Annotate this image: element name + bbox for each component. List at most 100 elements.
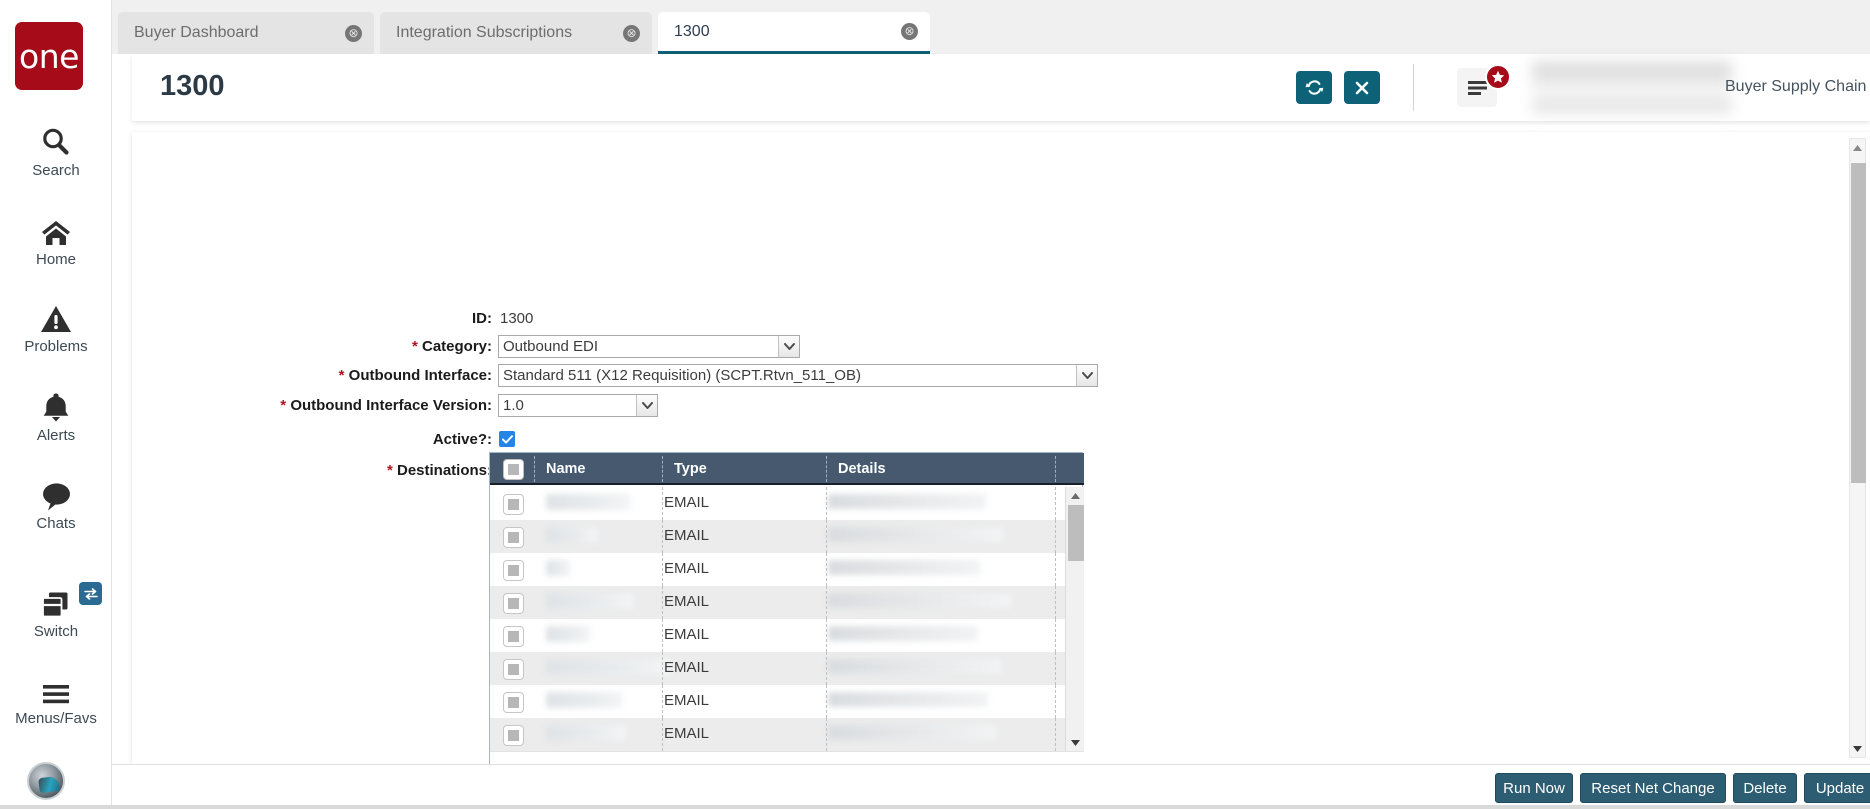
- page-scrollbar-thumb[interactable]: [1851, 163, 1866, 483]
- one-network-logo[interactable]: one: [15, 22, 83, 90]
- switch-arrows-icon: [83, 587, 98, 600]
- destination-type: EMAIL: [664, 527, 710, 544]
- row-checkbox[interactable]: [503, 626, 524, 647]
- required-marker: *: [386, 462, 393, 479]
- warning-triangle-icon: [36, 296, 76, 334]
- outbound-interface-select[interactable]: Standard 511 (X12 Requisition) (SCPT.Rtv…: [498, 364, 1098, 387]
- destination-type: EMAIL: [664, 626, 710, 643]
- outbound-interface-version-select-value: 1.0: [503, 397, 524, 414]
- destination-name-redacted: [546, 527, 598, 543]
- destination-details-redacted: [828, 659, 1002, 674]
- destination-details-redacted: [828, 593, 1011, 608]
- required-marker: *: [280, 397, 287, 414]
- destinations-grid: Name Type Details EMAIL EMAIL EMAIL EMAI…: [489, 452, 1084, 764]
- destination-details-redacted: [828, 494, 986, 509]
- destination-type: EMAIL: [664, 692, 710, 709]
- rail-label-menus-favs: Menus/Favs: [15, 710, 97, 727]
- field-label-active: Active?:: [432, 431, 492, 448]
- subscription-detail-form: ID: 1300 * Category: Outbound EDI * Outb…: [132, 132, 1870, 764]
- rail-item-menus-favs[interactable]: Menus/Favs: [0, 668, 112, 727]
- rail-item-chats[interactable]: Chats: [0, 473, 112, 532]
- delete-button[interactable]: Delete: [1733, 773, 1797, 803]
- logo-text: one: [19, 36, 79, 76]
- row-checkbox[interactable]: [503, 725, 524, 746]
- update-button[interactable]: Update: [1804, 773, 1870, 803]
- destination-details-redacted: [828, 725, 996, 740]
- table-row[interactable]: EMAIL: [490, 553, 1065, 586]
- tab-1300[interactable]: 1300 ⊗: [658, 12, 930, 54]
- category-select[interactable]: Outbound EDI: [498, 335, 800, 358]
- refresh-icon: [1305, 80, 1323, 95]
- table-row[interactable]: EMAIL: [490, 586, 1065, 619]
- row-checkbox[interactable]: [503, 560, 524, 581]
- tab-integration-subscriptions[interactable]: Integration Subscriptions ⊗: [380, 12, 652, 54]
- table-row[interactable]: EMAIL: [490, 685, 1065, 718]
- reset-net-change-button[interactable]: Reset Net Change: [1580, 773, 1726, 803]
- required-marker: *: [338, 367, 345, 384]
- outbound-interface-select-value: Standard 511 (X12 Requisition) (SCPT.Rtv…: [503, 367, 861, 384]
- rail-item-alerts[interactable]: Alerts: [0, 385, 112, 444]
- column-divider: [534, 456, 535, 482]
- page-scroll-up-arrow-icon[interactable]: [1850, 139, 1865, 156]
- chevron-down-icon: [636, 395, 657, 416]
- rail-item-home[interactable]: Home: [0, 209, 112, 268]
- header-divider: [1413, 64, 1414, 111]
- row-checkbox[interactable]: [503, 692, 524, 713]
- page-scrollbar[interactable]: [1849, 138, 1866, 758]
- active-checkbox[interactable]: [499, 431, 515, 447]
- scroll-up-arrow-icon[interactable]: [1066, 487, 1085, 504]
- destination-name-redacted: [546, 593, 634, 609]
- scrollbar-thumb[interactable]: [1068, 505, 1084, 561]
- switch-toggle-badge[interactable]: [79, 582, 102, 605]
- column-divider: [826, 456, 827, 482]
- column-header-details[interactable]: Details: [829, 453, 1055, 485]
- tab-buyer-dashboard[interactable]: Buyer Dashboard ⊗: [118, 12, 374, 54]
- chat-bubble-icon: [36, 473, 76, 511]
- destination-name-redacted: [546, 692, 622, 708]
- rail-label-problems: Problems: [24, 338, 88, 355]
- scroll-down-arrow-icon[interactable]: [1066, 734, 1085, 751]
- table-row[interactable]: EMAIL: [490, 520, 1065, 553]
- tab-close-icon[interactable]: ⊗: [345, 24, 362, 42]
- table-row[interactable]: EMAIL: [490, 619, 1065, 652]
- field-label-outbound-interface-version: * Outbound Interface Version:: [280, 397, 492, 414]
- destination-details-redacted: [828, 626, 978, 641]
- row-checkbox[interactable]: [503, 494, 524, 515]
- page-scroll-down-arrow-icon[interactable]: [1850, 740, 1865, 757]
- row-checkbox[interactable]: [503, 593, 524, 614]
- tab-label: Integration Subscriptions: [396, 24, 573, 41]
- destinations-grid-scrollbar[interactable]: [1065, 487, 1084, 751]
- table-row[interactable]: EMAIL: [490, 487, 1065, 520]
- column-header-name[interactable]: Name: [537, 453, 662, 485]
- field-label-category: * Category:: [411, 338, 492, 355]
- destination-type: EMAIL: [664, 659, 710, 676]
- rail-item-search[interactable]: Search: [0, 120, 112, 179]
- bell-icon: [36, 385, 76, 423]
- field-label-id: ID:: [472, 310, 492, 327]
- refresh-button[interactable]: [1296, 71, 1332, 104]
- row-checkbox[interactable]: [503, 527, 524, 548]
- row-checkbox[interactable]: [503, 659, 524, 680]
- table-row[interactable]: EMAIL: [490, 652, 1065, 685]
- select-all-checkbox[interactable]: [503, 459, 524, 480]
- table-row[interactable]: EMAIL: [490, 718, 1065, 751]
- favorites-star-badge[interactable]: [1485, 64, 1511, 90]
- hamburger-icon: [36, 668, 76, 706]
- hamburger-menu-icon: [1467, 80, 1487, 95]
- rail-item-problems[interactable]: Problems: [0, 296, 112, 355]
- close-x-icon: [1355, 81, 1369, 94]
- tab-close-icon[interactable]: ⊗: [623, 24, 640, 42]
- destination-type: EMAIL: [664, 725, 710, 742]
- user-avatar[interactable]: [27, 762, 65, 800]
- rail-label-search: Search: [32, 162, 80, 179]
- close-button[interactable]: [1344, 71, 1380, 104]
- windows-stack-icon: [36, 581, 76, 619]
- search-icon: [36, 120, 76, 158]
- chevron-down-icon: [778, 336, 799, 357]
- tab-close-icon[interactable]: ⊗: [901, 23, 918, 40]
- run-now-button[interactable]: Run Now: [1495, 773, 1573, 803]
- outbound-interface-version-select[interactable]: 1.0: [498, 394, 658, 417]
- column-header-type[interactable]: Type: [665, 453, 826, 485]
- destination-name-redacted: [546, 659, 672, 675]
- destination-details-redacted: [828, 560, 980, 575]
